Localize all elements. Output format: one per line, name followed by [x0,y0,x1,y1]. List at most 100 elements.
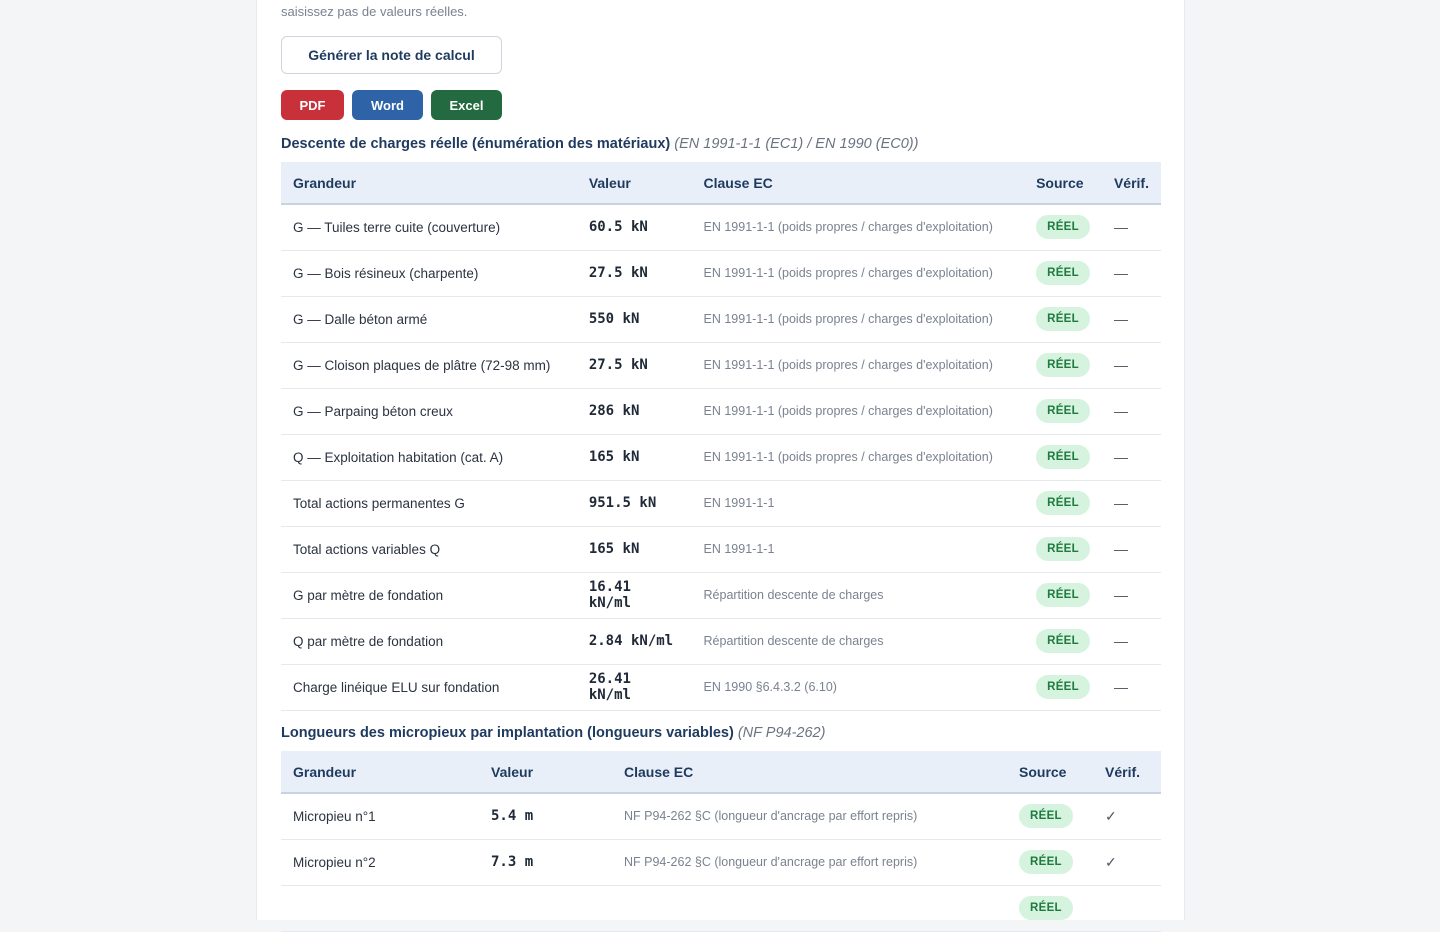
cell-valeur: 5.4 m [479,793,612,840]
table-row: Total actions permanentes G 951.5 kN EN 19… [281,480,1161,527]
cell-clause: EN 1991-1-1 (poids propres / charges d'e… [691,342,1025,389]
export-excel-button[interactable]: Excel [431,90,502,120]
cell-grandeur: Micropieu n°1 [281,793,479,840]
cell-clause: EN 1990 §6.4.3.2 (6.10) [691,664,1025,711]
cell-clause: NF P94-262 §C (longueur d'ancrage par ef… [612,793,1007,840]
cell-clause: Répartition descente de charges [691,618,1025,665]
section-title-text: Longueurs des micropieux par implantatio… [281,725,734,741]
cell-source: RÉEL [1024,664,1102,711]
cell-grandeur: Total actions permanentes G [281,480,577,527]
cell-source: RÉEL [1024,296,1102,343]
cell-source: RÉEL [1024,250,1102,297]
col-header-valeur: Valeur [576,162,692,205]
cell-grandeur: G — Cloison plaques de plâtre (72-98 mm) [281,342,577,389]
table-row: G — Tuiles terre cuite (couverture) 60.5 … [281,204,1161,251]
col-header-clause: Clause EC [612,751,1007,794]
cell-verif: — [1101,572,1161,619]
col-header-verif: Vérif. [1101,162,1161,205]
export-pdf-button[interactable]: PDF [281,90,344,120]
table-row: G — Parpaing béton creux 286 kN EN 1991-1-… [281,388,1161,435]
source-badge: RÉEL [1036,261,1090,285]
col-header-source: Source [1024,162,1102,205]
cell-verif: — [1101,296,1161,343]
col-header-clause: Clause EC [691,162,1025,205]
export-word-button[interactable]: Word [352,90,423,120]
cell-grandeur: Q par mètre de fondation [281,618,577,665]
cell-source: RÉEL [1024,388,1102,435]
table-row: Charge linéique ELU sur fondation 26.41 k… [281,664,1161,711]
cell-verif: — [1101,388,1161,435]
cell-valeur: 2.84 kN/ml [576,618,692,665]
cell-grandeur: G — Tuiles terre cuite (couverture) [281,204,577,251]
table-row: G — Dalle béton armé 550 kN EN 1991-1-1 (p… [281,296,1161,343]
cell-source: RÉEL [1024,526,1102,573]
cell-clause: EN 1991-1-1 (poids propres / charges d'e… [691,250,1025,297]
cell-valeur: 27.5 kN [576,342,692,389]
loads-table-body: G — Tuiles terre cuite (couverture) 60.5 … [281,204,1161,711]
cell-source: RÉEL [1007,793,1093,840]
source-badge: RÉEL [1019,804,1073,829]
table-row: G par mètre de fondation 16.41 kN/ml Répar… [281,572,1161,619]
calc-note-card: saisissez pas de valeurs réelles. Génére… [256,0,1185,932]
cell-verif: — [1101,434,1161,481]
cell-verif: — [1101,526,1161,573]
section-title-ref: (EN 1991-1-1 (EC1) / EN 1990 (EC0)) [674,136,919,152]
table-row: G — Cloison plaques de plâtre (72-98 mm)… [281,342,1161,389]
source-badge: RÉEL [1019,850,1073,874]
table-row: Q par mètre de fondation 2.84 kN/ml Répart… [281,618,1161,665]
cell-verif: ✓ [1093,839,1161,886]
table-header-row: Grandeur Valeur Clause EC Source Vérif. [281,162,1161,205]
cell-clause: NF P94-262 §C (longueur d'ancrage par ef… [612,839,1007,886]
cell-source: RÉEL [1024,572,1102,619]
cell-grandeur: Charge linéique ELU sur fondation [281,664,577,711]
cell-valeur: 60.5 kN [576,204,692,251]
loads-table: Grandeur Valeur Clause EC Source Vérif. … [281,162,1161,711]
cell-source: RÉEL [1024,434,1102,481]
cell-valeur: 165 kN [576,526,692,573]
source-badge: RÉEL [1036,445,1090,469]
cell-clause [612,885,1007,932]
section-title-ref: (NF P94-262) [737,725,826,741]
cell-verif: — [1101,250,1161,297]
cell-grandeur: Total actions variables Q [281,526,577,573]
cell-valeur: 165 kN [576,434,692,481]
table-row: Total actions variables Q 165 kN EN 1991-1… [281,526,1161,573]
cell-verif: — [1101,342,1161,389]
cell-grandeur: G par mètre de fondation [281,572,577,619]
col-header-valeur: Valeur [479,751,612,794]
section-title-text: Descente de charges réelle (énumération … [281,136,671,152]
hint-text: saisissez pas de valeurs réelles. [281,4,468,19]
section-title-loads: Descente de charges réelle (énumération … [281,136,918,152]
cell-grandeur: Q — Exploitation habitation (cat. A) [281,434,577,481]
cell-grandeur: G — Dalle béton armé [281,296,577,343]
col-header-verif: Vérif. [1093,751,1161,794]
table-row: Q — Exploitation habitation (cat. A) 165 … [281,434,1161,481]
cell-valeur [479,885,612,932]
source-badge: RÉEL [1036,583,1090,607]
source-badge: RÉEL [1036,353,1090,377]
cell-verif: — [1101,204,1161,251]
cell-clause: EN 1991-1-1 (poids propres / charges d'e… [691,204,1025,251]
generate-note-button[interactable]: Générer la note de calcul [281,36,502,74]
cell-verif [1093,885,1161,932]
cell-clause: EN 1991-1-1 [691,526,1025,573]
cell-clause: EN 1991-1-1 (poids propres / charges d'e… [691,434,1025,481]
source-badge: RÉEL [1036,399,1090,423]
table-row: RÉEL [281,885,1161,932]
cell-verif: ✓ [1093,793,1161,840]
col-header-source: Source [1007,751,1093,794]
table-row: Micropieu n°2 7.3 m NF P94-262 §C (longueu… [281,839,1161,886]
cell-source: RÉEL [1007,885,1093,932]
micropiles-table: Grandeur Valeur Clause EC Source Vérif. … [281,751,1161,932]
cell-verif: — [1101,480,1161,527]
table-header-row: Grandeur Valeur Clause EC Source Vérif. [281,751,1161,794]
cell-valeur: 16.41 kN/ml [576,572,692,619]
cell-verif: — [1101,664,1161,711]
col-header-grandeur: Grandeur [281,751,479,794]
source-badge: RÉEL [1036,491,1090,515]
micropiles-table-body: Micropieu n°1 5.4 m NF P94-262 §C (longueu… [281,793,1161,932]
cell-valeur: 7.3 m [479,839,612,886]
source-badge: RÉEL [1036,215,1090,240]
cell-verif: — [1101,618,1161,665]
cell-grandeur: G — Bois résineux (charpente) [281,250,577,297]
